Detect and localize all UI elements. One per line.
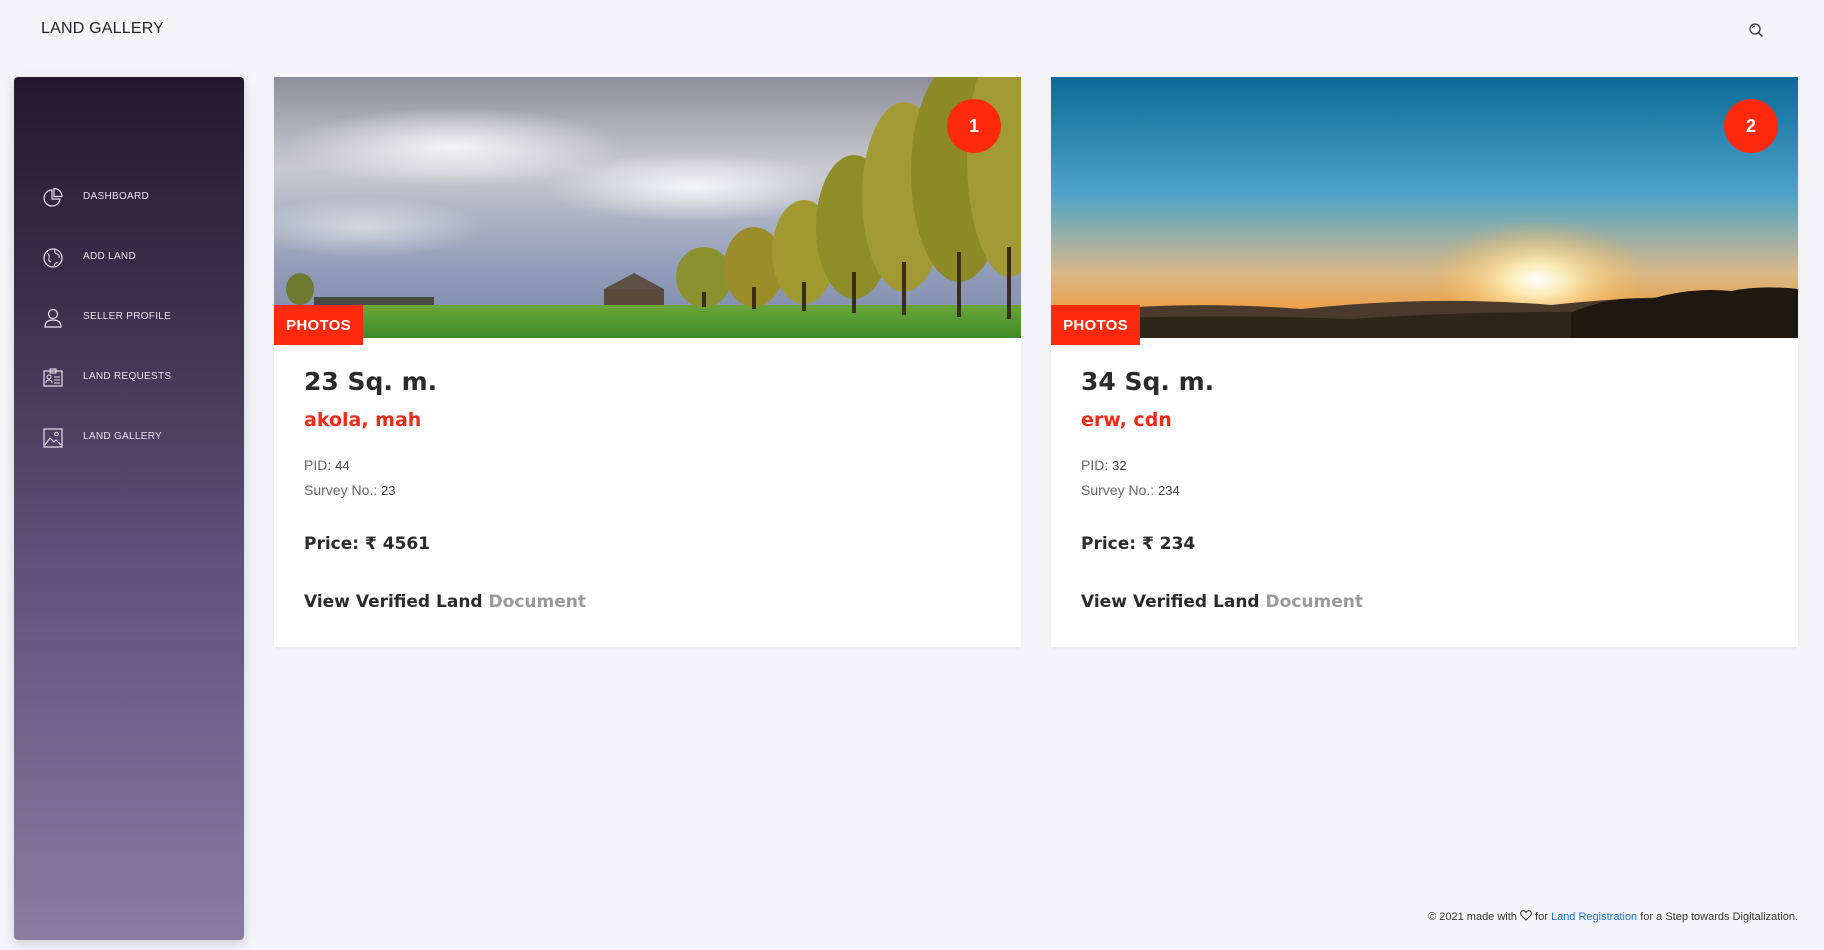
document-link[interactable]: Document (1266, 592, 1363, 612)
footer-prefix: © 2021 made with (1428, 911, 1517, 923)
pid-row: PID: 44 (304, 457, 350, 473)
land-area: 23 Sq. m. (304, 367, 438, 396)
pid-value: 32 (1112, 458, 1127, 473)
survey-label: Survey No.: (304, 482, 378, 498)
pid-row: PID: 32 (1081, 457, 1127, 473)
footer: © 2021 made with for Land Registration f… (1428, 910, 1798, 923)
verified-document-row: View Verified Land Document (304, 592, 586, 612)
card-number-badge: 2 (1724, 99, 1778, 153)
pid-label: PID: (1081, 457, 1109, 473)
footer-middle: for (1535, 911, 1548, 923)
land-location: erw, cdn (1081, 409, 1172, 431)
land-photo[interactable] (274, 77, 1021, 338)
page-title: LAND GALLERY (41, 20, 165, 37)
photos-button[interactable]: PHOTOS (274, 305, 363, 345)
pie-chart-icon (42, 187, 64, 209)
survey-value: 23 (381, 483, 396, 498)
pid-value: 44 (335, 458, 350, 473)
survey-row: Survey No.: 234 (1081, 482, 1180, 498)
document-link[interactable]: Document (489, 592, 586, 612)
land-photo[interactable] (1051, 77, 1798, 338)
pid-label: PID: (304, 457, 332, 473)
survey-value: 234 (1158, 483, 1180, 498)
id-card-icon (42, 367, 64, 389)
land-card: 2 PHOTOS 34 Sq. m. erw, cdn PID: 32 Surv… (1051, 77, 1798, 647)
image-icon (42, 427, 64, 449)
top-bar: LAND GALLERY (0, 0, 1824, 60)
sidebar-item-label: LAND GALLERY (83, 431, 163, 442)
sidebar-item-land-requests[interactable]: LAND REQUESTS (14, 357, 244, 397)
card-number-badge: 1 (947, 99, 1001, 153)
footer-suffix: for a Step towards Digitalization. (1640, 911, 1798, 923)
land-location: akola, mah (304, 409, 422, 431)
sidebar: DASHBOARD ADD LAND SELLER PROFILE LAND R… (14, 77, 244, 940)
user-icon (42, 307, 64, 329)
sidebar-item-label: ADD LAND (83, 251, 136, 262)
sidebar-item-label: LAND REQUESTS (83, 371, 172, 382)
land-price: Price: ₹ 234 (1081, 534, 1196, 554)
search-button[interactable] (1742, 16, 1770, 44)
photos-button[interactable]: PHOTOS (1051, 305, 1140, 345)
sidebar-item-add-land[interactable]: ADD LAND (14, 237, 244, 277)
verified-document-row: View Verified Land Document (1081, 592, 1363, 612)
land-price: Price: ₹ 4561 (304, 534, 431, 554)
search-icon (1749, 23, 1763, 37)
verified-land-text: View Verified Land (304, 592, 483, 612)
survey-row: Survey No.: 23 (304, 482, 396, 498)
land-area: 34 Sq. m. (1081, 367, 1215, 396)
land-card: 1 PHOTOS 23 Sq. m. akola, mah PID: 44 Su… (274, 77, 1021, 647)
footer-link[interactable]: Land Registration (1551, 911, 1637, 923)
sidebar-item-land-gallery[interactable]: LAND GALLERY (14, 417, 244, 457)
survey-label: Survey No.: (1081, 482, 1155, 498)
sidebar-item-label: DASHBOARD (83, 191, 150, 202)
globe-icon (42, 247, 64, 269)
heart-icon (1520, 910, 1532, 921)
verified-land-text: View Verified Land (1081, 592, 1260, 612)
sidebar-item-seller-profile[interactable]: SELLER PROFILE (14, 297, 244, 337)
sidebar-item-dashboard[interactable]: DASHBOARD (14, 177, 244, 217)
sidebar-item-label: SELLER PROFILE (83, 311, 172, 322)
